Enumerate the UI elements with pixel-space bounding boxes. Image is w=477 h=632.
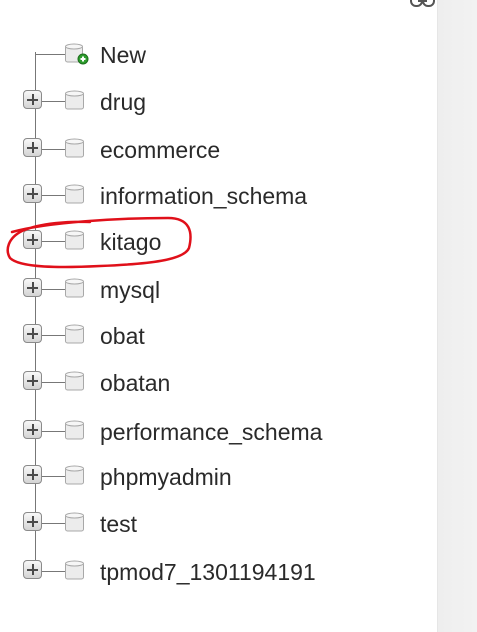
tree-item-mysql[interactable]: mysql <box>0 275 437 305</box>
tree-item-label: drug <box>100 89 147 115</box>
expand-plus-icon[interactable] <box>23 560 42 579</box>
tree-item-new[interactable]: New <box>0 40 437 70</box>
navigation-panel: New drug ecommerce information_schema ki… <box>0 0 437 632</box>
tree-item-label: kitago <box>100 229 162 255</box>
tree-item-label: New <box>100 42 147 68</box>
tree-item-label: obatan <box>100 370 171 396</box>
expand-plus-icon[interactable] <box>23 371 42 390</box>
database-icon <box>65 184 84 204</box>
expand-plus-icon[interactable] <box>23 512 42 531</box>
tree-item-label: ecommerce <box>100 137 221 163</box>
database-icon <box>65 512 84 532</box>
database-icon <box>65 420 84 440</box>
tree-item-label: obat <box>100 323 145 349</box>
link-icon[interactable] <box>410 0 436 10</box>
tree-item-drug[interactable]: drug <box>0 87 437 117</box>
expand-plus-icon[interactable] <box>23 230 42 249</box>
database-icon <box>65 371 84 391</box>
tree-item-performance-schema[interactable]: performance_schema <box>0 417 437 447</box>
tree-item-test[interactable]: test <box>0 509 437 539</box>
database-icon <box>65 278 84 298</box>
tree-item-ecommerce[interactable]: ecommerce <box>0 135 437 165</box>
scrollbar-track[interactable] <box>437 0 477 632</box>
tree-item-obatan[interactable]: obatan <box>0 368 437 398</box>
database-icon <box>65 324 84 344</box>
database-icon <box>65 465 84 485</box>
tree-item-label: performance_schema <box>100 419 323 445</box>
tree-item-phpmyadmin[interactable]: phpmyadmin <box>0 462 437 492</box>
tree-vertical-line <box>35 52 36 572</box>
tree-item-label: information_schema <box>100 183 308 209</box>
database-icon <box>65 560 84 580</box>
database-icon <box>65 90 84 110</box>
tree-item-information-schema[interactable]: information_schema <box>0 181 437 211</box>
expand-plus-icon[interactable] <box>23 138 42 157</box>
tree-item-label: mysql <box>100 277 161 303</box>
database-tree: New drug ecommerce information_schema ki… <box>0 0 437 632</box>
expand-plus-icon[interactable] <box>23 90 42 109</box>
tree-item-kitago[interactable]: kitago <box>0 227 437 257</box>
tree-item-label: tpmod7_1301194191 <box>100 559 316 585</box>
expand-plus-icon[interactable] <box>23 465 42 484</box>
expand-plus-icon[interactable] <box>23 324 42 343</box>
database-icon <box>65 230 84 250</box>
tree-item-tpmod7-1301194191[interactable]: tpmod7_1301194191 <box>0 557 437 587</box>
expand-plus-icon[interactable] <box>23 420 42 439</box>
tree-connector <box>35 54 65 55</box>
tree-item-label: test <box>100 511 138 537</box>
expand-plus-icon[interactable] <box>23 278 42 297</box>
database-icon <box>65 138 84 158</box>
tree-item-label: phpmyadmin <box>100 464 232 490</box>
new-database-icon <box>65 43 89 65</box>
expand-plus-icon[interactable] <box>23 184 42 203</box>
tree-item-obat[interactable]: obat <box>0 321 437 351</box>
